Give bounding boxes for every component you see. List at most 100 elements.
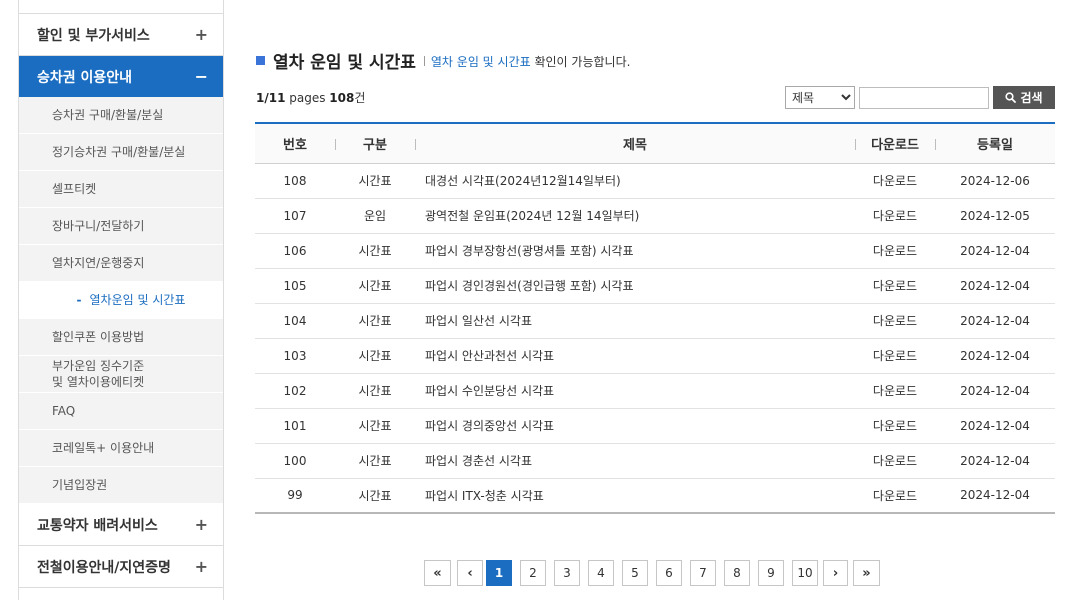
sidebar-menu-metro-guide[interactable]: 전철이용안내/지연증명 +: [19, 546, 223, 588]
row-download-cell: 다운로드: [855, 373, 935, 409]
row-title-cell: 파업시 ITX-청춘 시각표: [415, 478, 855, 514]
sidebar-item-label: 승차권 구매/환불/분실: [52, 108, 164, 122]
page-description-rest: 확인이 가능합니다.: [530, 54, 631, 69]
row-category: 시간표: [335, 443, 415, 479]
sidebar-item-cart-transfer[interactable]: 장바구니/전달하기: [19, 208, 223, 245]
row-number: 107: [255, 198, 335, 234]
page-first-button[interactable]: «: [424, 560, 451, 586]
sidebar-item-ticket-purchase[interactable]: 승차권 구매/환불/분실: [19, 97, 223, 134]
row-title-link[interactable]: 파업시 경의중앙선 시각표: [425, 419, 554, 433]
row-category: 시간표: [335, 373, 415, 409]
row-title-link[interactable]: 파업시 경인경원선(경인급행 포함) 시각표: [425, 279, 634, 293]
download-link[interactable]: 다운로드: [873, 349, 917, 363]
page-next-button[interactable]: ›: [823, 560, 848, 586]
row-title-link[interactable]: 파업시 경춘선 시각표: [425, 454, 532, 468]
download-link[interactable]: 다운로드: [873, 244, 917, 258]
row-title-cell: 파업시 수인분당선 시각표: [415, 373, 855, 409]
page-button[interactable]: 5: [622, 560, 648, 586]
sidebar-item-korail-talk[interactable]: 코레일톡+ 이용안내: [19, 430, 223, 467]
sidebar-item-label-line2: 및 열차이용에티켓: [52, 375, 145, 389]
row-download-cell: 다운로드: [855, 443, 935, 479]
table-row: 106 시간표 파업시 경부장항선(광명셔틀 포함) 시각표 다운로드 2024…: [255, 233, 1055, 269]
row-number: 108: [255, 163, 335, 199]
row-title-link[interactable]: 파업시 일산선 시각표: [425, 314, 532, 328]
column-header-category: 구분: [335, 123, 415, 164]
search-button-label: 검색: [1020, 91, 1043, 105]
page-button-current[interactable]: 1: [486, 560, 512, 586]
page-button[interactable]: 8: [724, 560, 750, 586]
row-number: 106: [255, 233, 335, 269]
download-link[interactable]: 다운로드: [873, 279, 917, 293]
page-last-button[interactable]: »: [853, 560, 880, 586]
table-row: 107 운임 광역전철 운임표(2024년 12월 14일부터) 다운로드 20…: [255, 198, 1055, 234]
download-link[interactable]: 다운로드: [873, 314, 917, 328]
row-title-cell: 파업시 경춘선 시각표: [415, 443, 855, 479]
sidebar-item-self-ticket[interactable]: 셀프티켓: [19, 171, 223, 208]
sidebar-item-extra-fare-etiquette[interactable]: 부가운임 징수기준 및 열차이용에티켓: [19, 356, 223, 393]
sidebar-item-season-ticket[interactable]: 정기승차권 구매/환불/분실: [19, 134, 223, 171]
title-bullet-icon: [256, 55, 265, 65]
sidebar-menu-ticket-guide[interactable]: 승차권 이용안내 −: [19, 56, 223, 97]
sidebar-item-label: 셀프티켓: [52, 182, 97, 196]
page-button[interactable]: 9: [758, 560, 784, 586]
active-marker: -: [76, 293, 82, 307]
page-title: 열차 운임 및 시간표: [273, 52, 416, 73]
table-row: 104 시간표 파업시 일산선 시각표 다운로드 2024-12-04: [255, 303, 1055, 339]
page-title-bar: 열차 운임 및 시간표 열차 운임 및 시간표 확인이 가능합니다.: [256, 49, 631, 73]
search-field-select[interactable]: 제목: [785, 86, 855, 109]
download-link[interactable]: 다운로드: [873, 454, 917, 468]
page-button[interactable]: 7: [690, 560, 716, 586]
page-button[interactable]: 10: [792, 560, 818, 586]
page-button[interactable]: 4: [588, 560, 614, 586]
row-date: 2024-12-06: [935, 163, 1055, 199]
page-button[interactable]: 3: [554, 560, 580, 586]
page-description: 열차 운임 및 시간표 확인이 가능합니다.: [431, 53, 631, 70]
row-number: 101: [255, 408, 335, 444]
row-download-cell: 다운로드: [855, 408, 935, 444]
table-row: 101 시간표 파업시 경의중앙선 시각표 다운로드 2024-12-04: [255, 408, 1055, 444]
row-download-cell: 다운로드: [855, 338, 935, 374]
download-link[interactable]: 다운로드: [873, 384, 917, 398]
download-link[interactable]: 다운로드: [873, 489, 917, 503]
sidebar-menu-mobility-assistance[interactable]: 교통약자 배려서비스 +: [19, 504, 223, 546]
row-title-link[interactable]: 파업시 수인분당선 시각표: [425, 384, 554, 398]
row-title-cell: 파업시 일산선 시각표: [415, 303, 855, 339]
sidebar-item-discount-coupon[interactable]: 할인쿠폰 이용방법: [19, 319, 223, 356]
page-prev-button[interactable]: ‹: [457, 560, 483, 586]
timetable-list: 번호 구분 제목 다운로드 등록일 108 시간표 대경선 시각표(2024년1…: [255, 122, 1055, 514]
download-link[interactable]: 다운로드: [873, 174, 917, 188]
row-title-link[interactable]: 파업시 ITX-청춘 시각표: [425, 489, 544, 503]
table-row: 108 시간표 대경선 시각표(2024년12월14일부터) 다운로드 2024…: [255, 163, 1055, 199]
sidebar-item-label: 열차지연/운행중지: [52, 256, 145, 270]
sidebar-item-fares-timetable[interactable]: - 열차운임 및 시간표: [19, 282, 223, 319]
sidebar-item-label-line1: 부가운임 징수기준: [52, 359, 145, 373]
sidebar-item-label: 코레일톡+ 이용안내: [52, 441, 155, 455]
plus-icon: +: [194, 556, 208, 576]
row-date: 2024-12-04: [935, 408, 1055, 444]
title-divider: [423, 56, 425, 66]
row-date: 2024-12-04: [935, 268, 1055, 304]
sidebar-menu-label: 교통약자 배려서비스: [37, 517, 158, 534]
download-link[interactable]: 다운로드: [873, 419, 917, 433]
plus-icon: +: [194, 514, 208, 534]
row-title-link[interactable]: 광역전철 운임표(2024년 12월 14일부터): [425, 209, 639, 223]
sidebar-item-faq[interactable]: FAQ: [19, 393, 223, 430]
sidebar-item-delay-suspension[interactable]: 열차지연/운행중지: [19, 245, 223, 282]
search-input[interactable]: [859, 87, 989, 109]
total-count: 108: [329, 91, 355, 105]
page-button[interactable]: 2: [520, 560, 546, 586]
row-date: 2024-12-04: [935, 338, 1055, 374]
row-title-link[interactable]: 파업시 경부장항선(광명셔틀 포함) 시각표: [425, 244, 634, 258]
sidebar-menu-label: 전철이용안내/지연증명: [37, 559, 171, 576]
sidebar-menu-discount-services[interactable]: 할인 및 부가서비스 +: [19, 14, 223, 56]
page-button[interactable]: 6: [656, 560, 682, 586]
row-date: 2024-12-04: [935, 443, 1055, 479]
row-title-link[interactable]: 파업시 안산과천선 시각표: [425, 349, 554, 363]
row-number: 100: [255, 443, 335, 479]
sidebar-item-commemorative-ticket[interactable]: 기념입장권: [19, 467, 223, 504]
row-title-link[interactable]: 대경선 시각표(2024년12월14일부터): [425, 174, 621, 188]
download-link[interactable]: 다운로드: [873, 209, 917, 223]
sidebar-item-label: 할인쿠폰 이용방법: [52, 330, 145, 344]
search-button[interactable]: 검색: [993, 86, 1055, 109]
row-title-cell: 광역전철 운임표(2024년 12월 14일부터): [415, 198, 855, 234]
